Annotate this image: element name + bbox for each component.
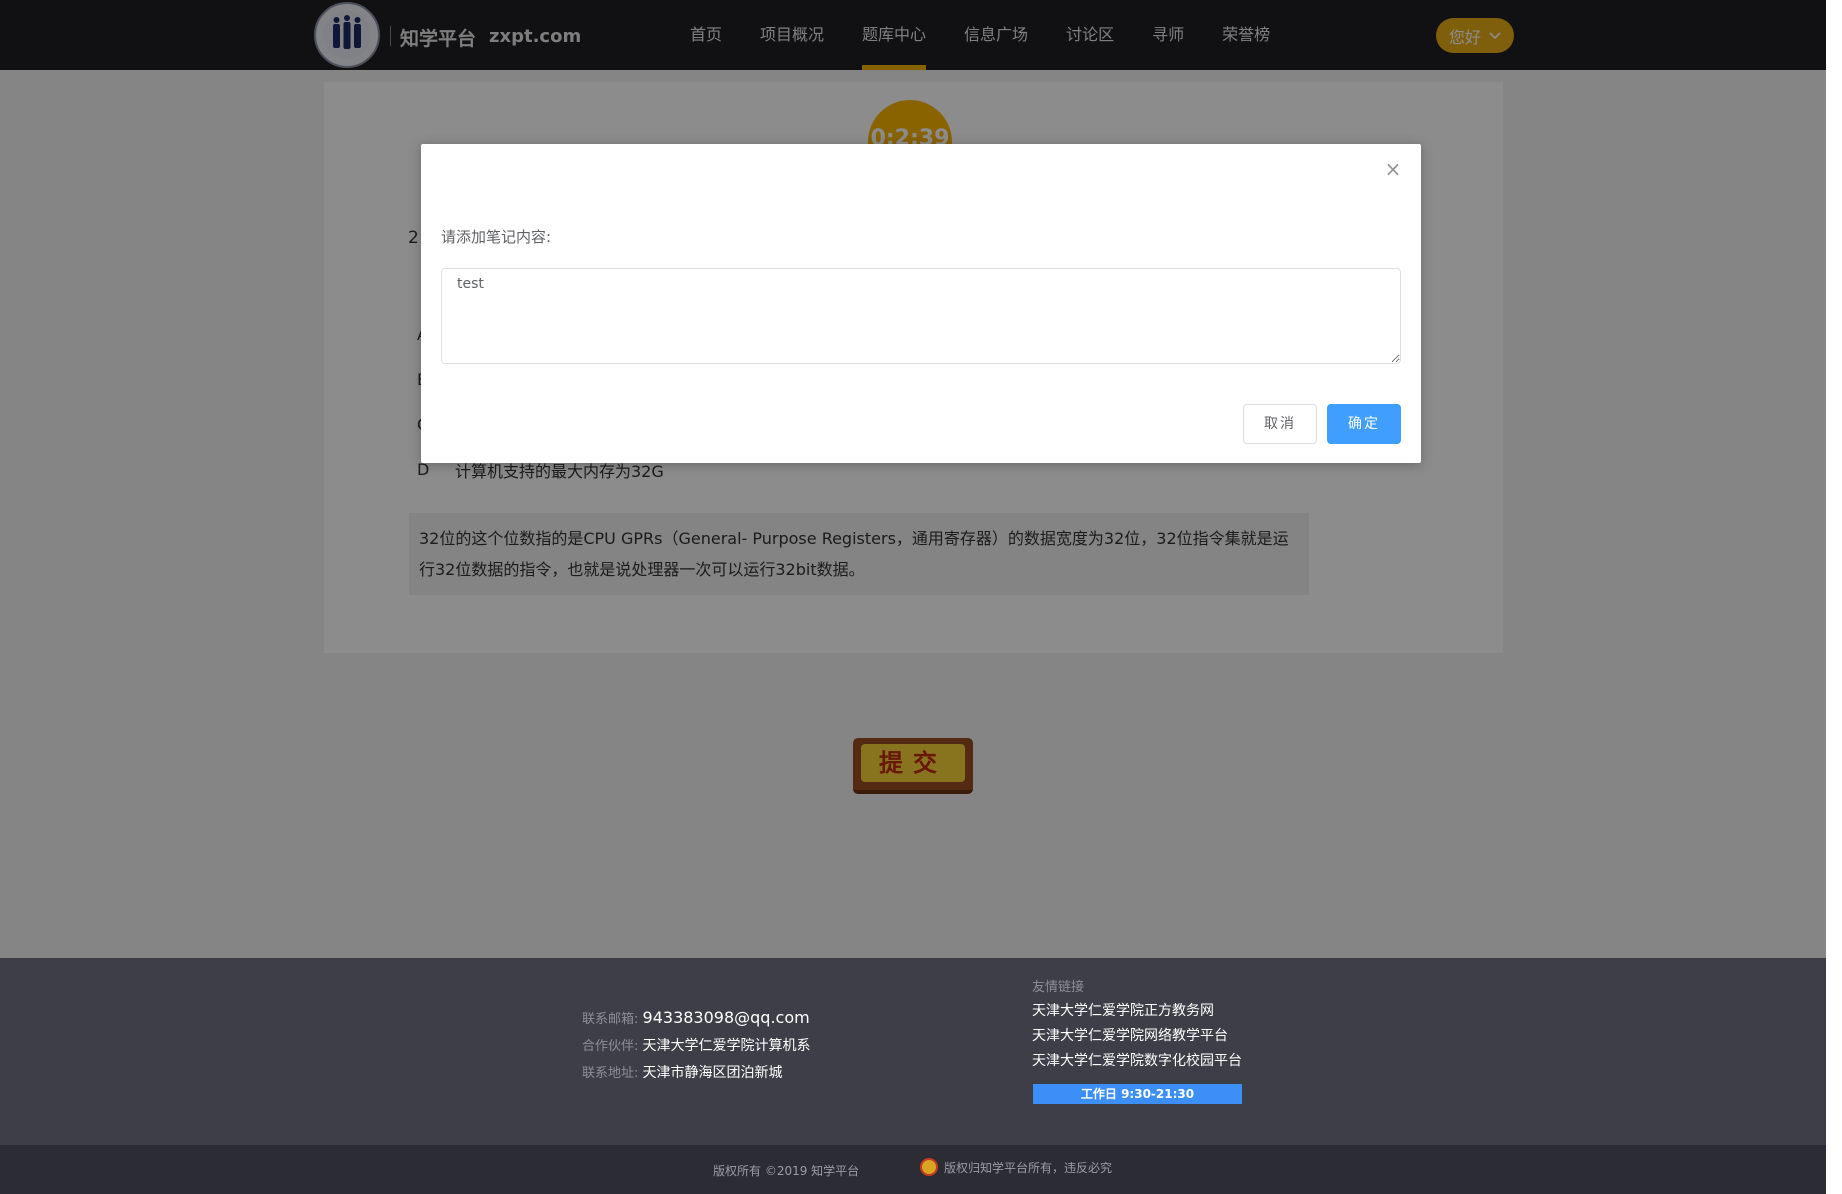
- footer-address-label: 联系地址:: [582, 1066, 639, 1081]
- footer-address-value: 天津市静海区团泊新城: [642, 1065, 783, 1081]
- footer-email-value[interactable]: 943383098@qq.com: [643, 1008, 810, 1027]
- footer-partner-value: 天津大学仁爱学院计算机系: [642, 1038, 811, 1054]
- friend-link[interactable]: 天津大学仁爱学院数字化校园平台: [1032, 1050, 1242, 1070]
- add-note-dialog: × 请添加笔记内容: test 取消 确定: [421, 144, 1421, 463]
- police-badge-icon: [920, 1158, 938, 1176]
- note-label: 请添加笔记内容:: [441, 228, 552, 246]
- confirm-button[interactable]: 确定: [1327, 404, 1401, 444]
- friend-links-title: 友情链接: [1032, 980, 1085, 995]
- scrollbar-gutter: [1826, 0, 1842, 1194]
- cancel-button[interactable]: 取消: [1243, 404, 1317, 444]
- footer-address: 联系地址: 天津市静海区团泊新城: [582, 1062, 783, 1082]
- friend-link[interactable]: 天津大学仁爱学院正方教务网: [1032, 1000, 1214, 1020]
- note-textarea[interactable]: test: [441, 268, 1401, 364]
- workday-hours-badge: 工作日 9:30-21:30: [1033, 1084, 1242, 1104]
- copyright-text: 版权所有 ©2019 知学平台: [713, 1164, 860, 1178]
- footer-email-label: 联系邮箱:: [582, 1012, 639, 1027]
- footer-partner: 合作伙伴: 天津大学仁爱学院计算机系: [582, 1035, 811, 1055]
- footer-email: 联系邮箱: 943383098@qq.com: [582, 1008, 810, 1027]
- copyright-bar: 版权所有 ©2019 知学平台 版权归知学平台所有，违反必究: [0, 1145, 1826, 1194]
- rights-notice: 版权归知学平台所有，违反必究: [920, 1158, 1112, 1176]
- close-icon[interactable]: ×: [1384, 159, 1402, 179]
- footer-partner-label: 合作伙伴:: [582, 1039, 639, 1054]
- friend-link[interactable]: 天津大学仁爱学院网络教学平台: [1032, 1025, 1228, 1045]
- rights-text: 版权归知学平台所有，违反必究: [944, 1160, 1113, 1175]
- site-footer: 联系邮箱: 943383098@qq.com 合作伙伴: 天津大学仁爱学院计算机…: [0, 958, 1826, 1145]
